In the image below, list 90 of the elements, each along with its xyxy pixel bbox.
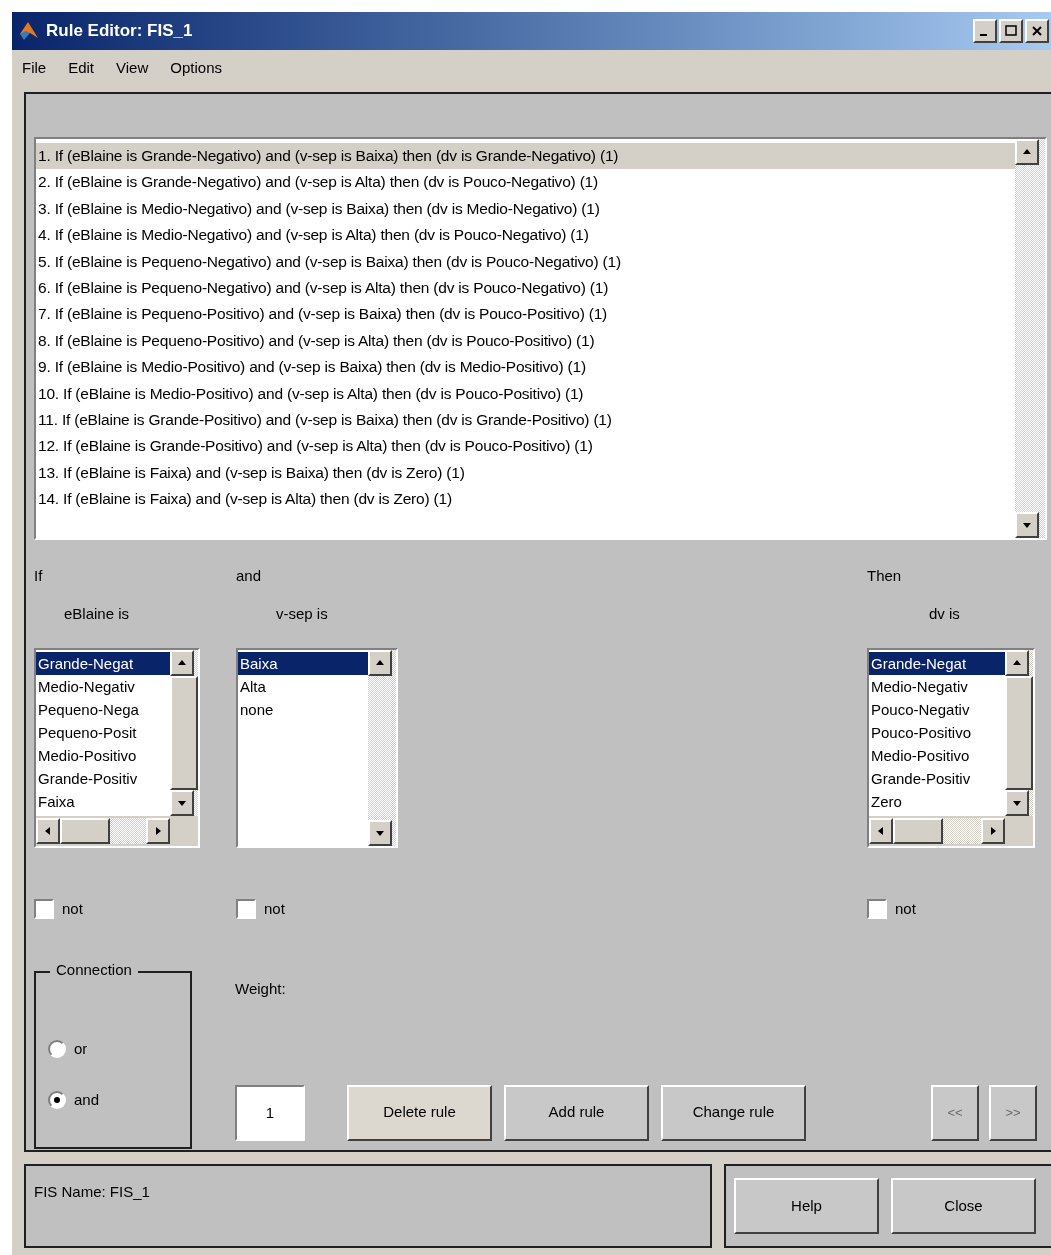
list-box[interactable]: Baixa Alta none (236, 648, 398, 848)
scroll-left-icon[interactable] (36, 818, 60, 844)
vertical-scrollbar[interactable] (1005, 650, 1033, 816)
then-label: Then (867, 566, 903, 586)
list-item[interactable]: Medio-Positivo (36, 744, 170, 767)
scroll-thumb[interactable] (1005, 676, 1033, 790)
vertical-scrollbar[interactable] (170, 650, 198, 816)
rule-item[interactable]: 4. If (eBlaine is Medio-Negativo) and (v-sep is Alta) then (dv is Pouco-Negativo) (1) (36, 222, 1015, 249)
list-box[interactable]: Grande-Negat Medio-Negativ Pouco-Negativ Pouco-Positivo Medio-Positivo Grande-Positiv Zero (867, 648, 1035, 848)
radio-label: and (74, 1089, 100, 1110)
list-box[interactable]: Grande-Negat Medio-Negativ Pequeno-Nega Pequeno-Posit Medio-Positivo Grande-Positiv Faixa (34, 648, 200, 848)
status-text: FIS Name: FIS_1 (34, 1183, 150, 1200)
window-title: Rule Editor: FIS_1 (46, 20, 193, 43)
input-label: eBlaine is (63, 604, 131, 624)
footer-button[interactable]: Help (734, 1178, 879, 1234)
input-label: v-sep is (275, 604, 329, 624)
list-item[interactable]: none (238, 698, 368, 721)
radio-button[interactable] (48, 1090, 66, 1109)
list-item[interactable]: Pouco-Positivo (869, 721, 1005, 744)
list-item[interactable]: Zero (869, 790, 1005, 813)
rule-item[interactable]: 7. If (eBlaine is Pequeno-Positivo) and (v-sep is Baixa) then (dv is Pouco-Positivo) (1) (36, 301, 1015, 328)
rule-button[interactable]: Delete rule (347, 1084, 492, 1141)
scroll-right-icon[interactable] (981, 818, 1005, 844)
rule-item[interactable]: 8. If (eBlaine is Pequeno-Positivo) and (v-sep is Alta) then (dv is Pouco-Positivo) (1) (36, 327, 1015, 355)
weight-field[interactable]: 1 (235, 1084, 305, 1141)
weight-label: Weight: (235, 979, 287, 999)
scroll-up-icon[interactable] (368, 650, 392, 676)
rule-item[interactable]: 12. If (eBlaine is Grande-Positivo) and (v-sep is Alta) then (dv is Pouco-Positivo) (1) (36, 433, 1015, 460)
scroll-thumb[interactable] (893, 818, 943, 844)
scroll-up-icon[interactable] (1015, 139, 1039, 165)
list-item[interactable]: Grande-Negat (36, 652, 170, 675)
menu-item[interactable]: Options (170, 56, 222, 80)
output-label: dv is (928, 604, 961, 624)
scroll-right-icon[interactable] (146, 818, 170, 844)
list-item[interactable]: Alta (238, 675, 368, 698)
logo-icon (18, 20, 40, 42)
radio-button[interactable] (48, 1040, 66, 1059)
checkbox-label: not (895, 899, 916, 919)
not-checkbox[interactable] (867, 899, 887, 920)
rule-item[interactable]: 14. If (eBlaine is Faixa) and (v-sep is Alta) then (dv is Zero) (1) (36, 486, 1015, 513)
list-item[interactable]: Pequeno-Posit (36, 721, 170, 744)
scroll-down-icon[interactable] (1015, 512, 1039, 538)
list-item[interactable]: Medio-Negativ (869, 675, 1005, 698)
scroll-left-icon[interactable] (869, 818, 893, 844)
vertical-scrollbar[interactable] (368, 650, 396, 846)
rule-item[interactable]: 11. If (eBlaine is Grande-Positivo) and (v-sep is Baixa) then (dv is Grande-Positivo) (1) (36, 406, 1015, 434)
and-label: and (236, 566, 263, 586)
rule-item[interactable]: 6. If (eBlaine is Pequeno-Negativo) and (v-sep is Alta) then (dv is Pouco-Negativo) (1) (36, 274, 1015, 302)
list-item[interactable]: Pouco-Negativ (869, 698, 1005, 721)
horizontal-scrollbar[interactable] (869, 816, 1033, 846)
scroll-down-icon[interactable] (170, 790, 194, 816)
vertical-scrollbar[interactable] (1015, 139, 1045, 538)
scroll-down-icon[interactable] (1005, 790, 1029, 816)
not-checkbox[interactable] (236, 899, 256, 920)
list-item[interactable]: Faixa (36, 790, 170, 813)
scroll-down-icon[interactable] (368, 820, 392, 846)
list-item[interactable]: Grande-Positiv (36, 767, 170, 790)
rule-button[interactable]: Change rule (661, 1084, 806, 1141)
checkbox-label: not (264, 899, 285, 919)
rule-item[interactable]: 9. If (eBlaine is Medio-Positivo) and (v-sep is Baixa) then (dv is Medio-Positivo) (1) (36, 354, 1015, 381)
rule-item[interactable]: 5. If (eBlaine is Pequeno-Negativo) and (v-sep is Baixa) then (dv is Pouco-Negativo) (1) (36, 248, 1015, 275)
rule-item[interactable]: 1. If (eBlaine is Grande-Negativo) and (v-sep is Baixa) then (dv is Grande-Negativo) (1) (36, 143, 1015, 170)
list-item[interactable]: Grande-Positiv (869, 767, 1005, 790)
rule-item[interactable]: 10. If (eBlaine is Medio-Positivo) and (v-sep is Alta) then (dv is Pouco-Positivo) (1) (36, 380, 1015, 407)
checkbox-label: not (62, 899, 83, 919)
rule-item[interactable]: 13. If (eBlaine is Faixa) and (v-sep is Baixa) then (dv is Zero) (1) (36, 459, 1015, 487)
menu-item[interactable]: Edit (68, 56, 95, 80)
if-label: If (34, 566, 44, 586)
menu-item[interactable]: File (22, 56, 47, 80)
footer-button[interactable]: Close (891, 1178, 1036, 1234)
scroll-up-icon[interactable] (1005, 650, 1029, 676)
minimize-icon[interactable] (973, 19, 997, 43)
not-checkbox[interactable] (34, 899, 54, 920)
list-item[interactable]: Pequeno-Nega (36, 698, 170, 721)
scroll-thumb[interactable] (170, 676, 198, 790)
horizontal-scrollbar[interactable] (36, 816, 198, 846)
scroll-up-icon[interactable] (170, 650, 194, 676)
scroll-thumb[interactable] (60, 818, 110, 844)
radio-label: or (74, 1039, 88, 1059)
list-item[interactable]: Medio-Negativ (36, 675, 170, 698)
list-item[interactable]: Medio-Positivo (869, 744, 1005, 767)
list-item[interactable]: Baixa (238, 652, 368, 675)
menu-item[interactable]: View (116, 56, 149, 80)
rule-item[interactable]: 3. If (eBlaine is Medio-Negativo) and (v-sep is Baixa) then (dv is Medio-Negativo) (1) (36, 195, 1015, 223)
list-item[interactable]: Grande-Negat (869, 652, 1005, 675)
rule-item[interactable]: 2. If (eBlaine is Grande-Negativo) and (v-sep is Alta) then (dv is Pouco-Negativo) (1) (36, 169, 1015, 196)
maximize-icon[interactable] (999, 19, 1023, 43)
rule-list[interactable] (34, 137, 1047, 540)
close-icon[interactable] (1025, 19, 1049, 43)
rule-button[interactable]: Add rule (504, 1084, 649, 1141)
